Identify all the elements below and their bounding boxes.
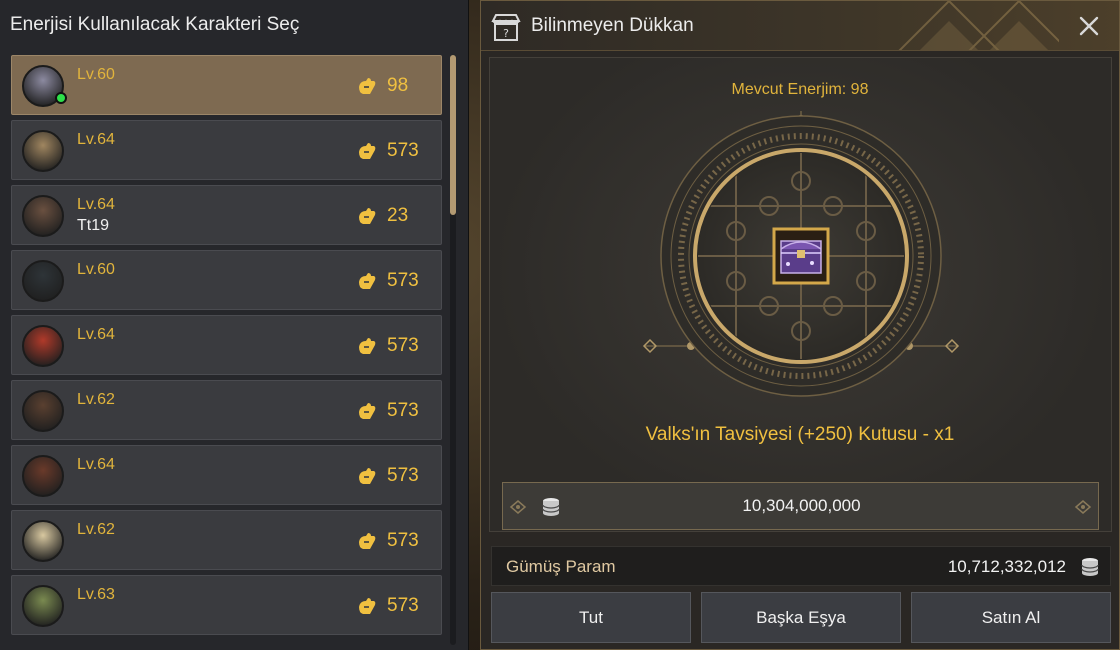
puzzle-dial: [642, 111, 960, 397]
avatar: [22, 585, 64, 627]
panel-title: Enerjisi Kullanılacak Karakteri Seç: [10, 14, 300, 35]
window-header: ? Bilinmeyen Dükkan: [481, 1, 1119, 51]
character-row[interactable]: Lv.62 573: [11, 510, 442, 570]
silver-coin-icon: [1081, 558, 1099, 576]
silver-label: Gümüş Param: [506, 557, 616, 576]
character-level: Lv.60: [77, 261, 115, 278]
avatar: [22, 390, 64, 432]
energy-icon: [356, 270, 378, 292]
keep-button[interactable]: Tut: [491, 592, 691, 643]
item-price: 10,304,000,000: [742, 496, 861, 515]
avatar: [22, 455, 64, 497]
energy-icon: [356, 595, 378, 617]
character-level: Lv.64: [77, 131, 115, 148]
character-energy: 573: [387, 465, 419, 486]
character-row[interactable]: Lv.64 573: [11, 315, 442, 375]
shop-icon: ?: [491, 14, 521, 41]
character-row[interactable]: Lv.64 Tt19 23: [11, 185, 442, 245]
energy-icon: [356, 75, 378, 97]
character-row[interactable]: Lv.60 98: [11, 55, 442, 115]
character-row[interactable]: Lv.63 573: [11, 575, 442, 635]
character-energy: 573: [387, 335, 419, 356]
character-row[interactable]: Lv.64 573: [11, 120, 442, 180]
avatar: [22, 325, 64, 367]
treasure-chest-icon[interactable]: [780, 240, 822, 274]
avatar: [22, 130, 64, 172]
character-level: Lv.64: [77, 196, 115, 213]
character-level: Lv.64: [77, 326, 115, 343]
scrollbar-thumb[interactable]: [450, 55, 456, 215]
window-title: Bilinmeyen Dükkan: [531, 15, 694, 36]
avatar: [22, 520, 64, 562]
energy-icon: [356, 205, 378, 227]
close-icon[interactable]: [1077, 14, 1101, 38]
character-name: Tt19: [77, 217, 110, 234]
unknown-shop-window: ? Bilinmeyen Dükkan Mevcut Enerjim: 98 V…: [480, 0, 1120, 650]
character-energy: 573: [387, 530, 419, 551]
other-item-button[interactable]: Başka Eşya: [701, 592, 901, 643]
scrollbar[interactable]: [450, 55, 456, 645]
price-bar: 10,304,000,000: [502, 482, 1099, 530]
online-status-icon: [55, 92, 67, 104]
header-pattern-icon: [898, 1, 1059, 50]
character-level: Lv.63: [77, 586, 115, 603]
character-level: Lv.60: [77, 66, 115, 83]
character-energy: 573: [387, 595, 419, 616]
avatar: [22, 195, 64, 237]
character-level: Lv.64: [77, 456, 115, 473]
energy-icon: [356, 400, 378, 422]
diamond-ornament-icon: [1074, 500, 1092, 514]
character-energy: 573: [387, 400, 419, 421]
character-row[interactable]: Lv.64 573: [11, 445, 442, 505]
buy-button[interactable]: Satın Al: [911, 592, 1111, 643]
silver-balance: 10,712,332,012: [947, 557, 1066, 576]
energy-icon: [356, 465, 378, 487]
item-name: Valks'ın Tavsiyesi (+250) Kutusu - x1: [645, 424, 955, 445]
character-energy: 23: [387, 205, 409, 226]
character-list: Lv.60 98 Lv.64 573 Lv.64 Tt19 23 Lv.60 573 Lv.64 5…: [11, 55, 443, 640]
current-energy-label: Mevcut Enerjim: 98: [731, 81, 869, 98]
character-row[interactable]: Lv.62 573: [11, 380, 442, 440]
silver-balance-row: Gümüş Param 10,712,332,012: [491, 546, 1111, 586]
energy-icon: [356, 335, 378, 357]
character-level: Lv.62: [77, 521, 115, 538]
character-energy: 573: [387, 270, 419, 291]
character-level: Lv.62: [77, 391, 115, 408]
energy-icon: [356, 530, 378, 552]
character-select-panel: Enerjisi Kullanılacak Karakteri Seç Lv.6…: [0, 0, 469, 650]
svg-text:?: ?: [503, 27, 509, 40]
character-row[interactable]: Lv.60 573: [11, 250, 442, 310]
character-energy: 573: [387, 140, 419, 161]
character-energy: 98: [387, 75, 409, 96]
avatar: [22, 260, 64, 302]
energy-icon: [356, 140, 378, 162]
